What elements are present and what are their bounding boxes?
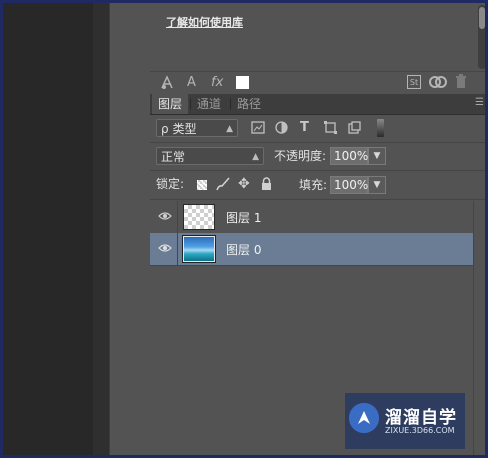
text-style-icon[interactable]: A <box>187 75 196 91</box>
lock-all-icon[interactable] <box>261 177 272 195</box>
learn-libraries-link[interactable]: 了解如何使用库 <box>166 14 243 30</box>
canvas-edge <box>93 3 109 455</box>
app-window: 了解如何使用库 A fx St 图层 通道 路径 ☰ ρ 类型 ▲ T 正常 ▲… <box>0 0 488 458</box>
trash-icon[interactable] <box>455 74 467 94</box>
fx-icon[interactable]: fx <box>211 75 223 91</box>
fill-label: 填充: <box>299 178 328 192</box>
libraries-toolbar: A fx St <box>150 71 485 95</box>
opacity-input[interactable]: 100% <box>330 147 368 165</box>
right-panel: 了解如何使用库 A fx St 图层 通道 路径 ☰ ρ 类型 ▲ T 正常 ▲… <box>150 3 485 455</box>
tab-channels[interactable]: 通道 <box>191 94 227 114</box>
watermark: 溜溜自学 ZIXUE.3D66.COM <box>345 393 465 449</box>
tab-paths[interactable]: 路径 <box>231 94 267 114</box>
lock-transparent-pixels-icon[interactable] <box>197 180 207 190</box>
filter-kind-dropdown[interactable]: ρ 类型 ▲ <box>156 119 238 137</box>
layers-panel-tabs: 图层 通道 路径 ☰ <box>150 94 485 115</box>
watermark-logo-icon <box>349 403 379 433</box>
add-character-style-icon[interactable] <box>160 75 176 95</box>
visibility-eye-icon[interactable] <box>158 210 172 224</box>
layer-row-selected[interactable]: 图层 0 <box>150 233 474 266</box>
layer-filter-row: ρ 类型 ▲ T <box>150 115 485 143</box>
filter-kind-label: 类型 <box>172 122 197 136</box>
libraries-scroll-thumb[interactable] <box>479 7 485 29</box>
panel-menu-icon[interactable]: ☰ <box>475 97 484 108</box>
layer-row[interactable]: 图层 1 <box>150 201 474 234</box>
stock-icon[interactable]: St <box>407 75 421 89</box>
layer-thumbnail <box>183 204 215 230</box>
collapsed-panel-dock <box>109 3 151 455</box>
lock-row: 锁定: ✥ 填充: 100% ▼ <box>150 171 485 200</box>
layer-thumbnail <box>183 236 215 262</box>
watermark-url: ZIXUE.3D66.COM <box>385 426 455 435</box>
lock-label: 锁定: <box>156 177 185 191</box>
lock-position-icon[interactable]: ✥ <box>238 176 250 192</box>
opacity-dropdown-button[interactable]: ▼ <box>368 147 386 165</box>
lock-image-pixels-icon[interactable] <box>216 177 230 196</box>
layer-divider <box>177 201 178 233</box>
color-swatch-icon[interactable] <box>236 76 249 89</box>
blend-mode-value: 正常 <box>161 150 186 164</box>
tab-layers[interactable]: 图层 <box>152 94 189 114</box>
layers-scrollbar[interactable] <box>473 201 485 455</box>
shape-filter-icon[interactable] <box>324 121 337 139</box>
libraries-scrollbar[interactable] <box>478 5 485 69</box>
updown-arrow-icon: ▲ <box>226 124 233 134</box>
cc-sync-icon[interactable] <box>429 74 447 95</box>
blend-row: 正常 ▲ 不透明度: 100% ▼ <box>150 143 485 171</box>
fill-dropdown-button[interactable]: ▼ <box>368 176 386 194</box>
updown-arrow-icon: ▲ <box>252 152 259 162</box>
pixel-filter-icon[interactable] <box>251 121 265 139</box>
visibility-eye-icon[interactable] <box>158 242 172 256</box>
layer-name[interactable]: 图层 1 <box>226 209 261 226</box>
search-icon: ρ <box>161 122 169 136</box>
canvas-area <box>3 3 93 455</box>
smart-object-filter-icon[interactable] <box>348 121 361 139</box>
layer-name[interactable]: 图层 0 <box>226 241 261 258</box>
opacity-label: 不透明度: <box>274 149 327 163</box>
type-filter-icon[interactable]: T <box>300 120 309 136</box>
libraries-panel: 了解如何使用库 <box>150 3 485 71</box>
layer-divider <box>177 233 178 265</box>
blend-mode-dropdown[interactable]: 正常 ▲ <box>156 147 264 165</box>
adjustment-filter-icon[interactable] <box>275 121 288 139</box>
fill-input[interactable]: 100% <box>330 176 368 194</box>
watermark-title: 溜溜自学 <box>385 408 457 428</box>
filter-toggle-switch[interactable] <box>377 119 384 137</box>
